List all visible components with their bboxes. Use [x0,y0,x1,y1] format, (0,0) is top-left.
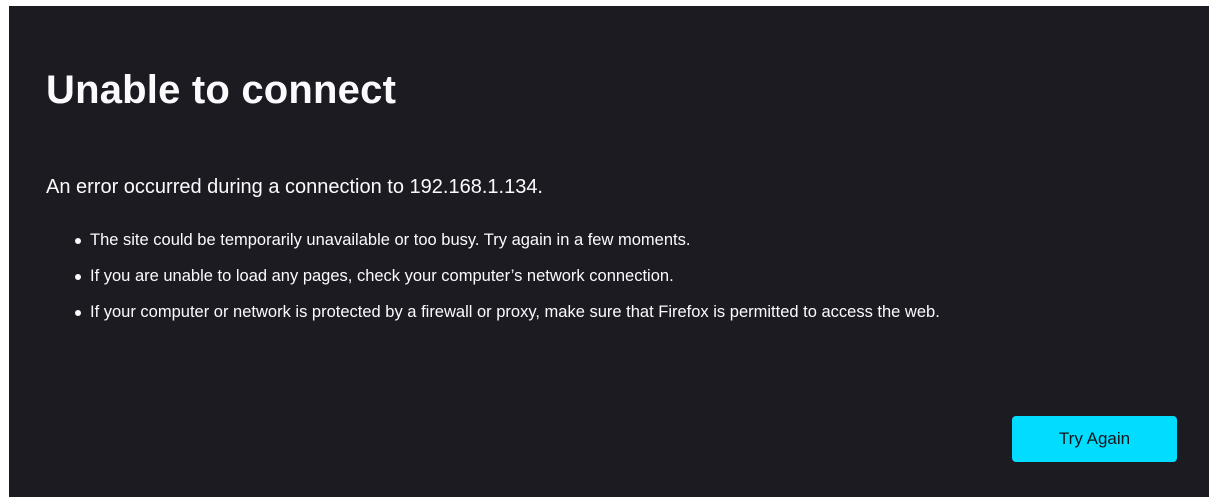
page-title: Unable to connect [46,68,397,112]
bullet-icon [75,274,81,280]
suggestion-text: If your computer or network is protected… [90,303,940,321]
suggestion-text: If you are unable to load any pages, che… [90,267,674,285]
suggestion-text: The site could be temporarily unavailabl… [90,231,691,249]
list-item: If you are unable to load any pages, che… [75,264,1186,289]
list-item: The site could be temporarily unavailabl… [75,228,1186,253]
error-description: An error occurred during a connection to… [46,176,543,198]
suggestion-list: The site could be temporarily unavailabl… [46,228,1186,336]
bullet-icon [75,238,81,244]
bullet-icon [75,310,81,316]
list-item: If your computer or network is protected… [75,300,1186,325]
try-again-button[interactable]: Try Again [1012,416,1177,462]
error-page: Unable to connect An error occurred duri… [9,6,1209,497]
